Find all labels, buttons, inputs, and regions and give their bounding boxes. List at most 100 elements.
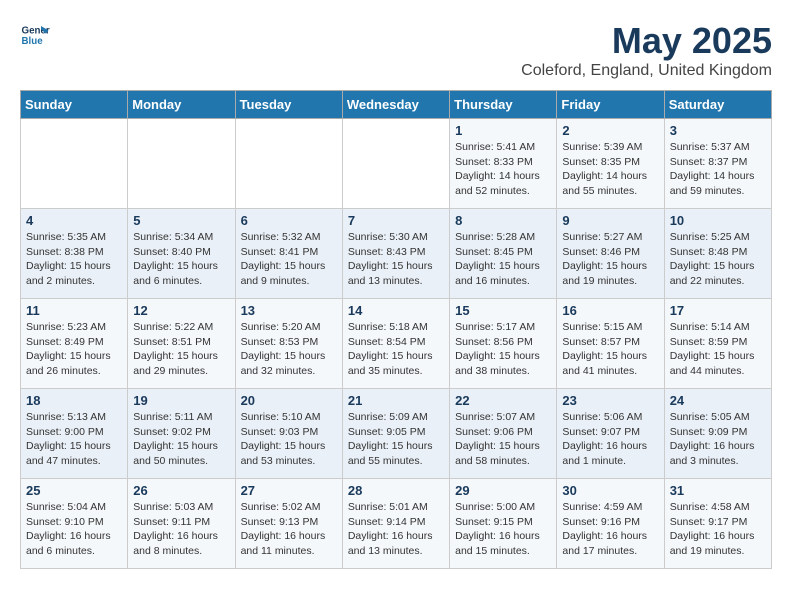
day-info: Sunrise: 5:03 AM Sunset: 9:11 PM Dayligh… [133,500,229,559]
day-info: Sunrise: 4:58 AM Sunset: 9:17 PM Dayligh… [670,500,766,559]
day-number: 5 [133,213,229,228]
calendar-cell: 20Sunrise: 5:10 AM Sunset: 9:03 PM Dayli… [235,389,342,479]
calendar-cell: 21 Sunrise: 5:09 AM Sunset: 9:05 PM Dayli… [342,389,449,479]
calendar-cell: 6 Sunrise: 5:32 AM Sunset: 8:41 PM Daylig… [235,209,342,299]
day-number: 23 [562,393,658,408]
day-info: Sunrise: 5:22 AM Sunset: 8:51 PM Dayligh… [133,320,229,379]
day-info: Sunrise: 5:28 AM Sunset: 8:45 PM Dayligh… [455,230,551,289]
header-tuesday: Tuesday [235,91,342,119]
day-number: 10 [670,213,766,228]
calendar-cell: 1 Sunrise: 5:41 AM Sunset: 8:33 PM Daylig… [450,119,557,209]
day-info: Sunrise: 5:00 AM Sunset: 9:15 PM Dayligh… [455,500,551,559]
calendar-table: Sunday Monday Tuesday Wednesday Thursday… [20,90,772,569]
calendar-cell [235,119,342,209]
calendar-cell: 15Sunrise: 5:17 AM Sunset: 8:56 PM Dayli… [450,299,557,389]
calendar-cell [342,119,449,209]
day-number: 2 [562,123,658,138]
header-monday: Monday [128,91,235,119]
calendar-week-row: 11 Sunrise: 5:23 AM Sunset: 8:49 PM Dayli… [21,299,772,389]
calendar-week-row: 4Sunrise: 5:35 AM Sunset: 8:38 PM Daylig… [21,209,772,299]
day-number: 9 [562,213,658,228]
day-number: 11 [26,303,122,318]
day-info: Sunrise: 5:37 AM Sunset: 8:37 PM Dayligh… [670,140,766,199]
header-saturday: Saturday [664,91,771,119]
day-number: 8 [455,213,551,228]
day-info: Sunrise: 5:30 AM Sunset: 8:43 PM Dayligh… [348,230,444,289]
calendar-cell: 5 Sunrise: 5:34 AM Sunset: 8:40 PM Daylig… [128,209,235,299]
calendar-cell: 9Sunrise: 5:27 AM Sunset: 8:46 PM Daylig… [557,209,664,299]
calendar-cell: 26 Sunrise: 5:03 AM Sunset: 9:11 PM Dayli… [128,479,235,569]
day-info: Sunrise: 5:14 AM Sunset: 8:59 PM Dayligh… [670,320,766,379]
day-info: Sunrise: 5:39 AM Sunset: 8:35 PM Dayligh… [562,140,658,199]
calendar-cell: 18 Sunrise: 5:13 AM Sunset: 9:00 PM Dayli… [21,389,128,479]
day-info: Sunrise: 5:11 AM Sunset: 9:02 PM Dayligh… [133,410,229,469]
day-number: 12 [133,303,229,318]
day-info: Sunrise: 5:23 AM Sunset: 8:49 PM Dayligh… [26,320,122,379]
calendar-cell: 2 Sunrise: 5:39 AM Sunset: 8:35 PM Daylig… [557,119,664,209]
day-number: 7 [348,213,444,228]
day-number: 21 [348,393,444,408]
calendar-title: May 2025 [521,20,772,62]
day-number: 26 [133,483,229,498]
calendar-week-row: 18 Sunrise: 5:13 AM Sunset: 9:00 PM Dayli… [21,389,772,479]
calendar-cell: 12 Sunrise: 5:22 AM Sunset: 8:51 PM Dayli… [128,299,235,389]
day-info: Sunrise: 5:07 AM Sunset: 9:06 PM Dayligh… [455,410,551,469]
calendar-cell [128,119,235,209]
day-info: Sunrise: 5:32 AM Sunset: 8:41 PM Dayligh… [241,230,337,289]
header-friday: Friday [557,91,664,119]
day-number: 20 [241,393,337,408]
day-number: 17 [670,303,766,318]
day-number: 16 [562,303,658,318]
day-info: Sunrise: 5:05 AM Sunset: 9:09 PM Dayligh… [670,410,766,469]
day-number: 4 [26,213,122,228]
calendar-cell: 17 Sunrise: 5:14 AM Sunset: 8:59 PM Dayli… [664,299,771,389]
calendar-cell: 19 Sunrise: 5:11 AM Sunset: 9:02 PM Dayli… [128,389,235,479]
page-header: General Blue May 2025 Coleford, England,… [20,20,772,80]
day-number: 3 [670,123,766,138]
logo: General Blue [20,20,50,50]
header-wednesday: Wednesday [342,91,449,119]
day-number: 14 [348,303,444,318]
day-number: 13 [241,303,337,318]
day-info: Sunrise: 5:13 AM Sunset: 9:00 PM Dayligh… [26,410,122,469]
calendar-cell: 16Sunrise: 5:15 AM Sunset: 8:57 PM Dayli… [557,299,664,389]
calendar-cell [21,119,128,209]
calendar-subtitle: Coleford, England, United Kingdom [521,62,772,80]
calendar-cell: 27 Sunrise: 5:02 AM Sunset: 9:13 PM Dayli… [235,479,342,569]
calendar-week-row: 1 Sunrise: 5:41 AM Sunset: 8:33 PM Daylig… [21,119,772,209]
day-info: Sunrise: 5:02 AM Sunset: 9:13 PM Dayligh… [241,500,337,559]
header-thursday: Thursday [450,91,557,119]
day-number: 6 [241,213,337,228]
day-info: Sunrise: 5:18 AM Sunset: 8:54 PM Dayligh… [348,320,444,379]
day-number: 18 [26,393,122,408]
logo-icon: General Blue [20,20,50,50]
day-info: Sunrise: 5:20 AM Sunset: 8:53 PM Dayligh… [241,320,337,379]
calendar-cell: 28Sunrise: 5:01 AM Sunset: 9:14 PM Dayli… [342,479,449,569]
calendar-cell: 25 Sunrise: 5:04 AM Sunset: 9:10 PM Dayli… [21,479,128,569]
day-number: 1 [455,123,551,138]
day-info: Sunrise: 5:06 AM Sunset: 9:07 PM Dayligh… [562,410,658,469]
day-number: 30 [562,483,658,498]
calendar-cell: 31 Sunrise: 4:58 AM Sunset: 9:17 PM Dayli… [664,479,771,569]
day-number: 19 [133,393,229,408]
day-info: Sunrise: 4:59 AM Sunset: 9:16 PM Dayligh… [562,500,658,559]
calendar-cell: 13 Sunrise: 5:20 AM Sunset: 8:53 PM Dayli… [235,299,342,389]
calendar-cell: 23 Sunrise: 5:06 AM Sunset: 9:07 PM Dayli… [557,389,664,479]
day-info: Sunrise: 5:25 AM Sunset: 8:48 PM Dayligh… [670,230,766,289]
day-info: Sunrise: 5:41 AM Sunset: 8:33 PM Dayligh… [455,140,551,199]
day-number: 29 [455,483,551,498]
day-number: 31 [670,483,766,498]
day-number: 24 [670,393,766,408]
calendar-cell: 24 Sunrise: 5:05 AM Sunset: 9:09 PM Dayli… [664,389,771,479]
day-info: Sunrise: 5:04 AM Sunset: 9:10 PM Dayligh… [26,500,122,559]
day-number: 28 [348,483,444,498]
day-number: 27 [241,483,337,498]
calendar-week-row: 25 Sunrise: 5:04 AM Sunset: 9:10 PM Dayli… [21,479,772,569]
day-info: Sunrise: 5:34 AM Sunset: 8:40 PM Dayligh… [133,230,229,289]
day-number: 25 [26,483,122,498]
calendar-cell: 30 Sunrise: 4:59 AM Sunset: 9:16 PM Dayli… [557,479,664,569]
calendar-cell: 3 Sunrise: 5:37 AM Sunset: 8:37 PM Daylig… [664,119,771,209]
calendar-cell: 11 Sunrise: 5:23 AM Sunset: 8:49 PM Dayli… [21,299,128,389]
day-info: Sunrise: 5:09 AM Sunset: 9:05 PM Dayligh… [348,410,444,469]
day-info: Sunrise: 5:17 AM Sunset: 8:56 PM Dayligh… [455,320,551,379]
